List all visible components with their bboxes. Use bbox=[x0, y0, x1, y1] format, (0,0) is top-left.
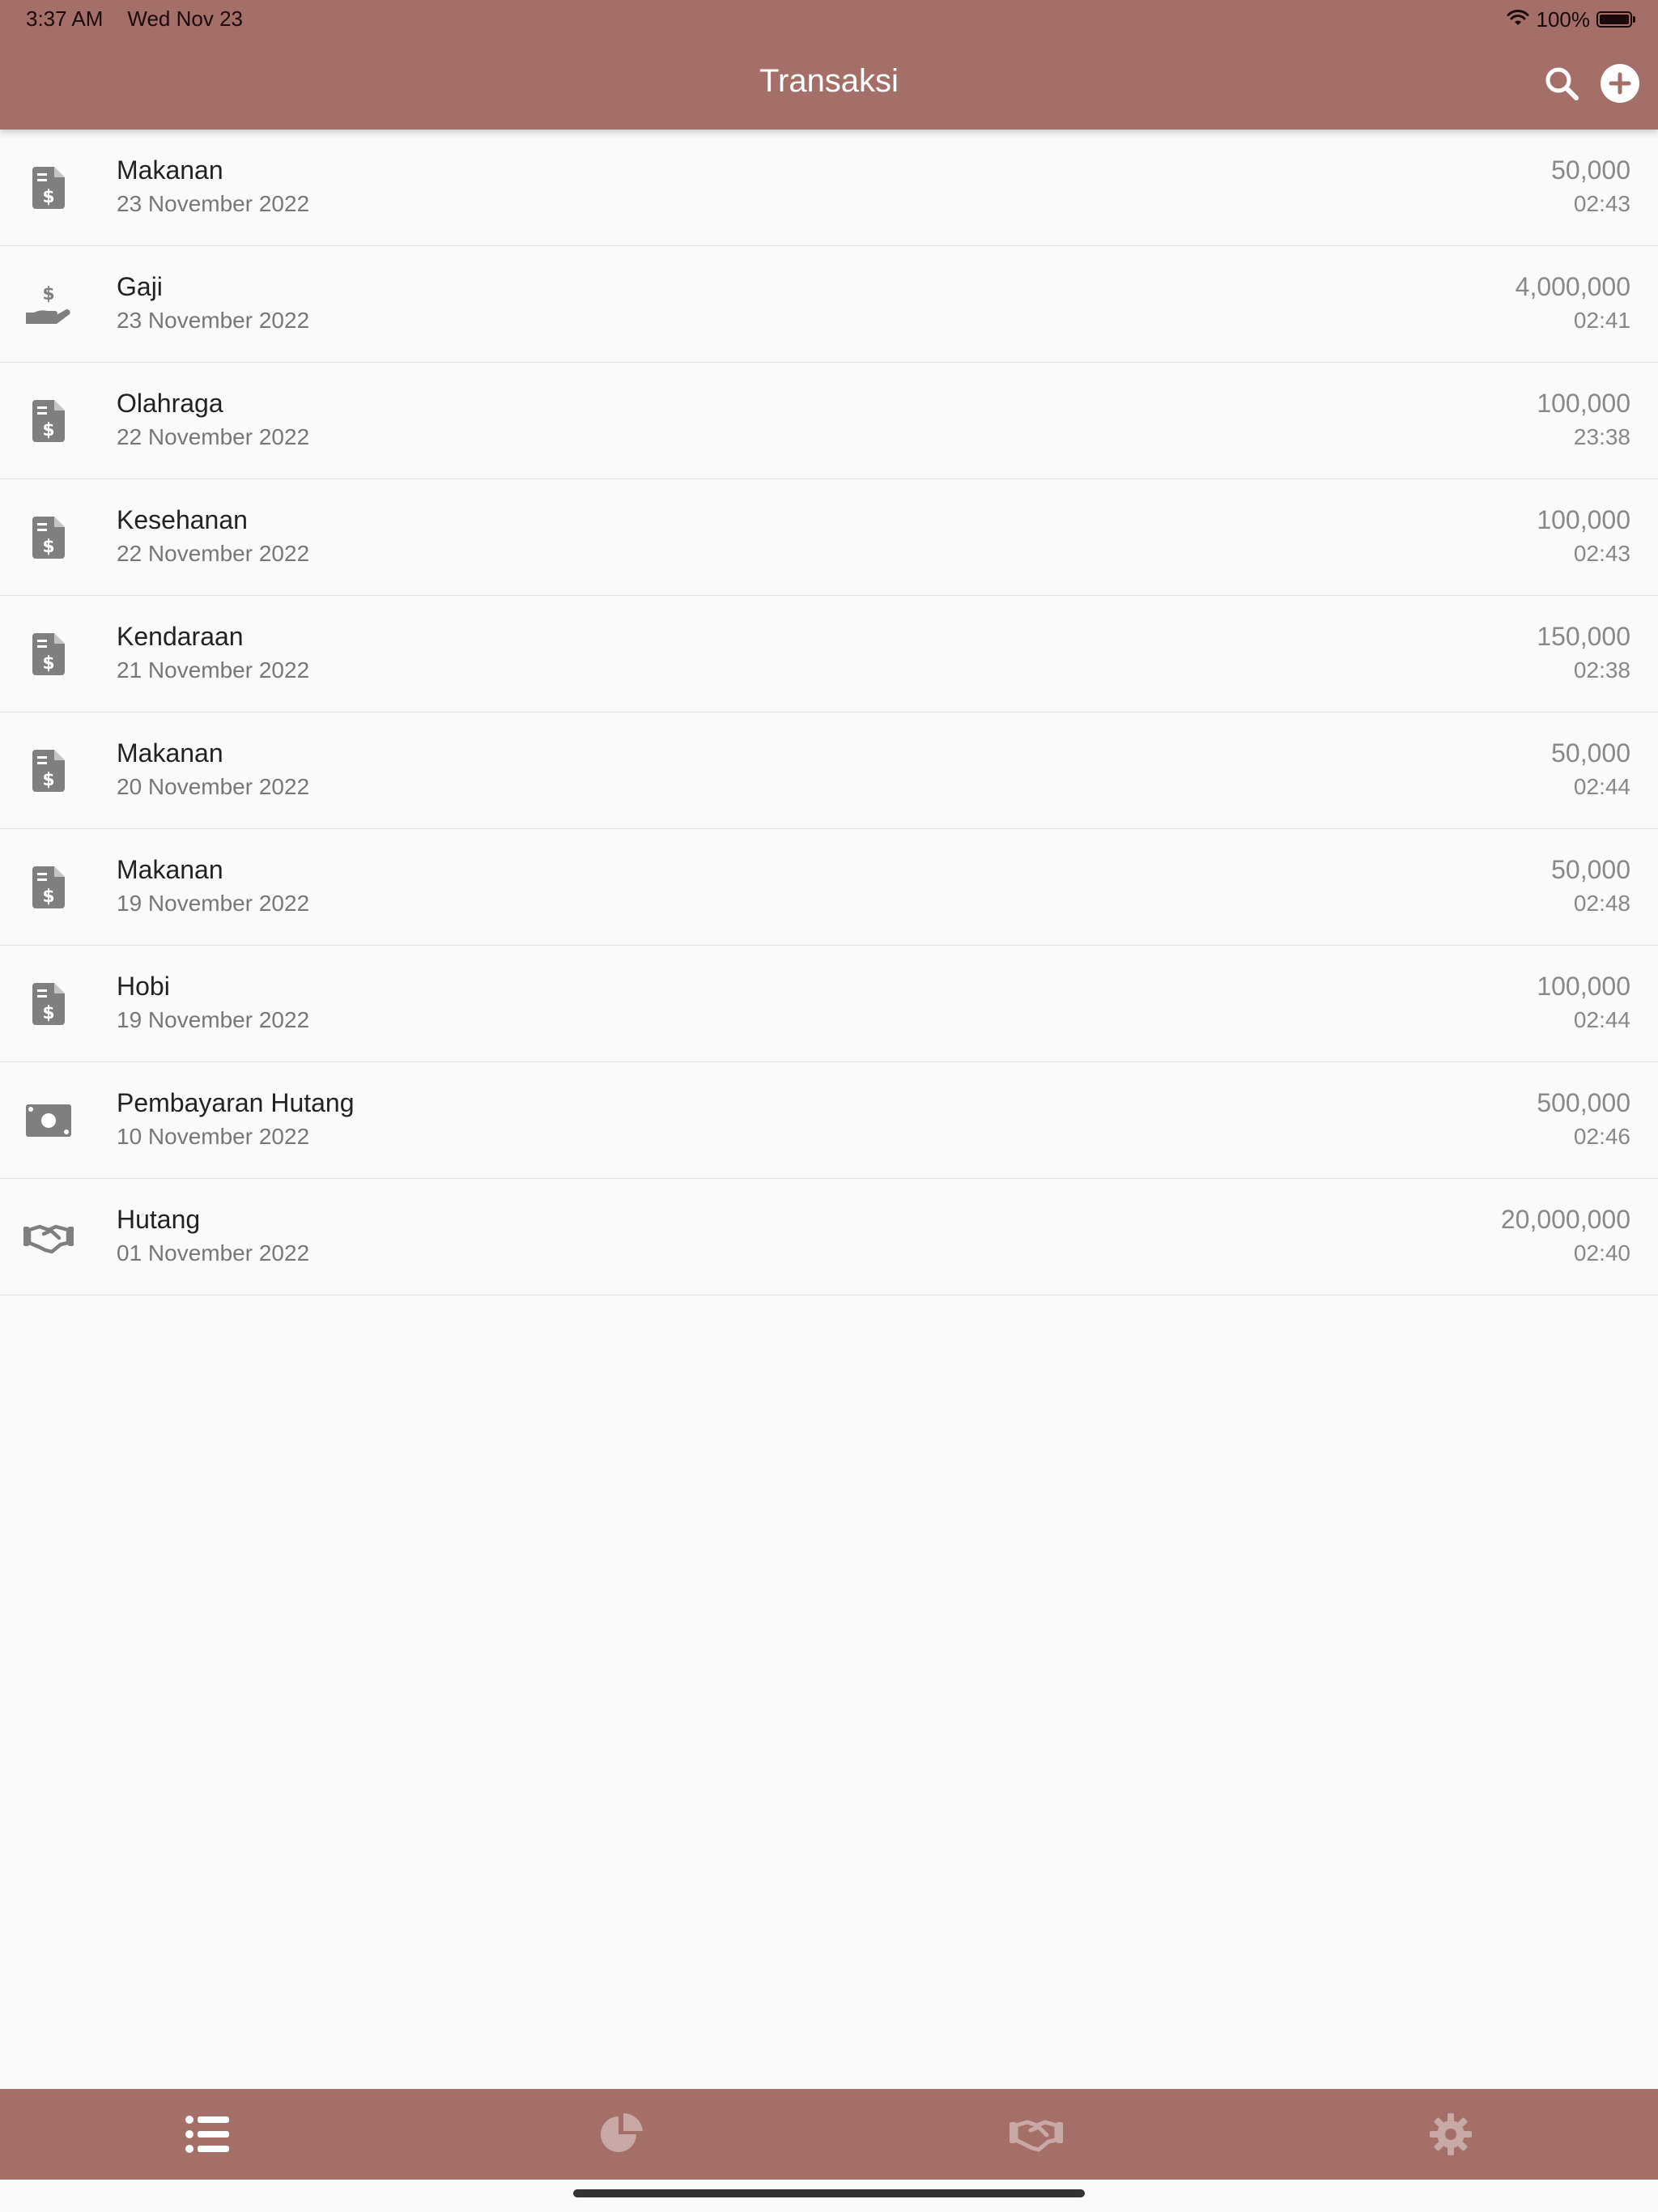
receipt-dollar-icon: $ bbox=[23, 395, 74, 447]
transaction-date: 20 November 2022 bbox=[117, 774, 310, 799]
transaction-date: 22 November 2022 bbox=[117, 541, 310, 566]
transaction-category: Kesehanan bbox=[117, 505, 248, 534]
transaction-row[interactable]: $ Kesehanan 22 November 2022 100,000 02:… bbox=[0, 479, 1658, 596]
transaction-date: 01 November 2022 bbox=[117, 1240, 310, 1266]
transaction-row[interactable]: $ Makanan 23 November 2022 50,000 02:43 bbox=[0, 130, 1658, 246]
transaction-time: 02:46 bbox=[1573, 1124, 1630, 1149]
transaction-category: Gaji bbox=[117, 272, 163, 301]
transaction-category: Olahraga bbox=[117, 389, 223, 418]
add-circle-icon bbox=[1601, 64, 1639, 103]
transaction-date: 23 November 2022 bbox=[117, 191, 310, 216]
transaction-category: Hutang bbox=[117, 1205, 201, 1234]
wifi-icon bbox=[1506, 7, 1530, 32]
battery-icon bbox=[1596, 11, 1635, 28]
transaction-category: Makanan bbox=[117, 155, 223, 185]
hand-holding-dollar-icon: $ bbox=[23, 279, 74, 330]
transaction-row[interactable]: $ Hobi 19 November 2022 100,000 02:44 bbox=[0, 946, 1658, 1062]
transaction-row[interactable]: $ Kendaraan 21 November 2022 150,000 02:… bbox=[0, 596, 1658, 713]
tab-settings[interactable] bbox=[1244, 2089, 1658, 2180]
transaction-amount: 20,000,000 bbox=[1500, 1205, 1630, 1234]
receipt-dollar-icon: $ bbox=[23, 628, 74, 680]
transaction-amount: 500,000 bbox=[1537, 1088, 1630, 1117]
list-icon bbox=[185, 2116, 229, 2153]
transaction-row[interactable]: $ Olahraga 22 November 2022 100,000 23:3… bbox=[0, 363, 1658, 479]
transaction-category: Kendaraan bbox=[117, 622, 244, 651]
add-transaction-button[interactable] bbox=[1600, 63, 1640, 104]
transaction-amount: 50,000 bbox=[1551, 738, 1630, 768]
handshake-icon bbox=[1010, 2120, 1063, 2152]
svg-text:$: $ bbox=[42, 1003, 54, 1023]
transaction-time: 02:40 bbox=[1573, 1240, 1630, 1266]
tab-debts[interactable] bbox=[829, 2089, 1244, 2180]
transaction-category: Makanan bbox=[117, 855, 223, 884]
transaction-date: 10 November 2022 bbox=[117, 1124, 310, 1149]
transaction-date: 22 November 2022 bbox=[117, 424, 310, 449]
receipt-dollar-icon: $ bbox=[23, 861, 74, 913]
transaction-category: Hobi bbox=[117, 972, 170, 1001]
transaction-row[interactable]: $ Makanan 20 November 2022 50,000 02:44 bbox=[0, 713, 1658, 829]
receipt-dollar-icon: $ bbox=[23, 745, 74, 797]
transaction-time: 02:44 bbox=[1573, 774, 1630, 799]
svg-text:$: $ bbox=[42, 187, 54, 207]
transaction-row[interactable]: Hutang 01 November 2022 20,000,000 02:40 bbox=[0, 1179, 1658, 1295]
home-indicator bbox=[573, 2189, 1085, 2197]
svg-text:$: $ bbox=[42, 284, 54, 304]
pie-chart-icon bbox=[601, 2112, 643, 2152]
svg-text:$: $ bbox=[42, 887, 54, 907]
transaction-time: 02:43 bbox=[1573, 191, 1630, 216]
transaction-date: 21 November 2022 bbox=[117, 657, 310, 683]
tab-transactions[interactable] bbox=[0, 2089, 414, 2180]
search-button[interactable] bbox=[1541, 63, 1582, 104]
transaction-time: 02:41 bbox=[1573, 308, 1630, 333]
search-icon bbox=[1545, 67, 1579, 100]
transaction-time: 23:38 bbox=[1573, 424, 1630, 449]
receipt-dollar-icon: $ bbox=[23, 162, 74, 214]
tab-statistics[interactable] bbox=[414, 2089, 829, 2180]
status-bar-left: 3:37 AM Wed Nov 23 bbox=[26, 6, 267, 32]
transaction-amount: 50,000 bbox=[1551, 155, 1630, 185]
transaction-amount: 150,000 bbox=[1537, 622, 1630, 651]
transaction-time: 02:44 bbox=[1573, 1007, 1630, 1032]
page-title: Transaksi bbox=[759, 63, 899, 99]
transaction-row[interactable]: $ Gaji 23 November 2022 4,000,000 02:41 bbox=[0, 246, 1658, 363]
transaction-date: 19 November 2022 bbox=[117, 1007, 310, 1032]
transaction-time: 02:48 bbox=[1573, 891, 1630, 916]
transaction-row[interactable]: Pembayaran Hutang 10 November 2022 500,0… bbox=[0, 1062, 1658, 1179]
handshake-icon bbox=[23, 1211, 74, 1263]
transaction-amount: 100,000 bbox=[1537, 389, 1630, 418]
battery-percent: 100% bbox=[1536, 6, 1591, 32]
status-date: Wed Nov 23 bbox=[127, 6, 243, 31]
svg-text:$: $ bbox=[42, 653, 54, 674]
transaction-date: 23 November 2022 bbox=[117, 308, 310, 333]
receipt-dollar-icon: $ bbox=[23, 978, 74, 1030]
transaction-category: Makanan bbox=[117, 738, 223, 768]
top-bar: 3:37 AM Wed Nov 23 100% Transaksi bbox=[0, 0, 1658, 130]
svg-text:$: $ bbox=[42, 770, 54, 790]
svg-text:$: $ bbox=[42, 420, 54, 440]
transaction-time: 02:43 bbox=[1573, 541, 1630, 566]
svg-text:$: $ bbox=[42, 537, 54, 557]
status-bar-right: 100% bbox=[1506, 6, 1635, 32]
transaction-date: 19 November 2022 bbox=[117, 891, 310, 916]
transaction-amount: 100,000 bbox=[1537, 505, 1630, 534]
transaction-row[interactable]: $ Makanan 19 November 2022 50,000 02:48 bbox=[0, 829, 1658, 946]
transaction-amount: 4,000,000 bbox=[1515, 272, 1630, 301]
transaction-list: $ Makanan 23 November 2022 50,000 02:43 … bbox=[0, 130, 1658, 1295]
receipt-dollar-icon: $ bbox=[23, 512, 74, 564]
status-time: 3:37 AM bbox=[26, 6, 104, 31]
transaction-amount: 50,000 bbox=[1551, 855, 1630, 884]
money-bill-icon bbox=[23, 1095, 74, 1146]
app-root: 3:37 AM Wed Nov 23 100% Transaksi $ Maka… bbox=[0, 0, 1658, 2212]
transaction-category: Pembayaran Hutang bbox=[117, 1088, 355, 1117]
tab-bar bbox=[0, 2089, 1658, 2180]
transaction-time: 02:38 bbox=[1573, 657, 1630, 683]
transaction-amount: 100,000 bbox=[1537, 972, 1630, 1001]
nav-actions bbox=[1541, 63, 1640, 104]
gear-icon bbox=[1430, 2113, 1472, 2155]
